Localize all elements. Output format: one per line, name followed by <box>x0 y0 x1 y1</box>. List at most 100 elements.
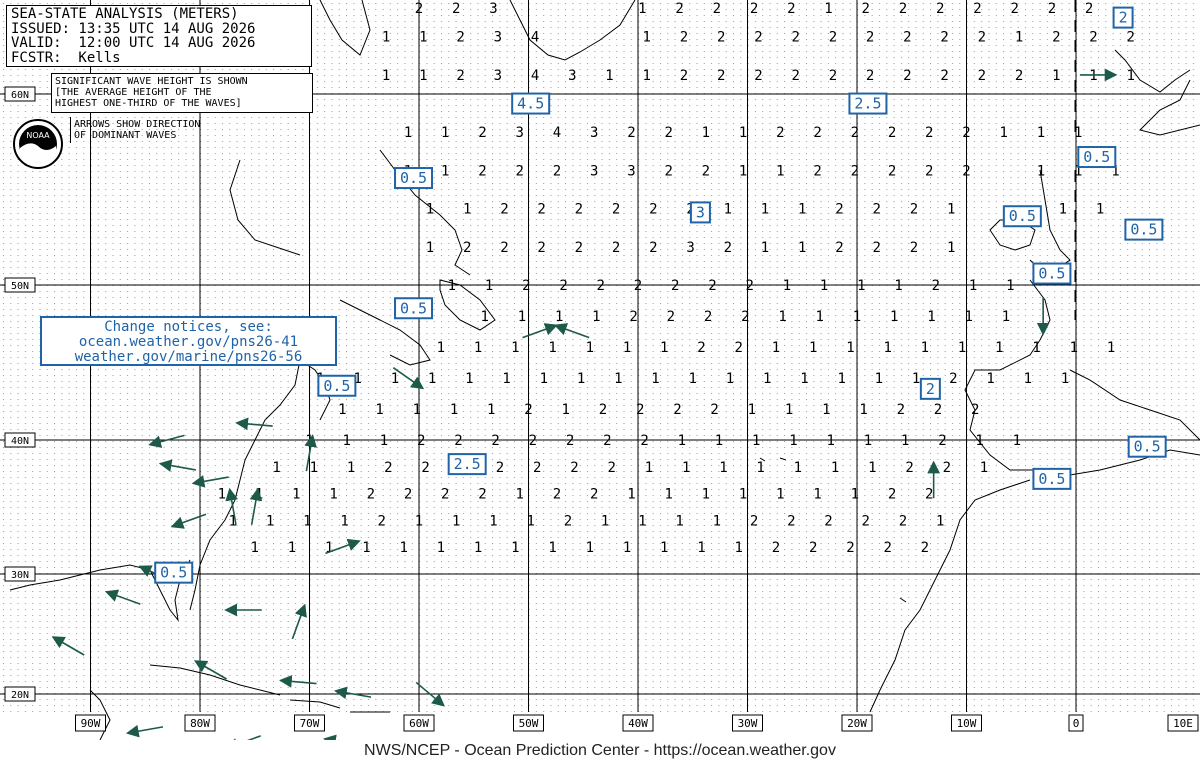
wave-height-value: 1 <box>1107 340 1115 356</box>
contour-value-label: 0.5 <box>1124 218 1164 241</box>
wave-height-value: 1 <box>627 487 635 503</box>
lon-label: 60W <box>403 714 435 732</box>
wave-height-value: 2 <box>612 240 620 256</box>
wave-height-value: 1 <box>577 371 585 387</box>
svg-text:60W: 60W <box>409 717 429 730</box>
svg-text:0.5: 0.5 <box>323 377 350 395</box>
wave-height-value: 2 <box>1052 30 1060 46</box>
svg-text:30N: 30N <box>11 570 29 581</box>
wave-height-value: 2 <box>566 433 574 449</box>
wave-height-value: 2 <box>791 30 799 46</box>
svg-text:4.5: 4.5 <box>517 95 544 113</box>
contour-value-label: 2.5 <box>848 92 888 115</box>
wave-height-value: 2 <box>888 163 896 179</box>
wave-height-value: 1 <box>463 202 471 218</box>
wave-height-value: 2 <box>463 240 471 256</box>
svg-text:40W: 40W <box>628 717 648 730</box>
wave-height-value: 1 <box>643 30 651 46</box>
wave-height-value: 1 <box>601 513 609 529</box>
wave-height-value: 1 <box>752 433 760 449</box>
lon-label: 10E <box>1167 714 1199 732</box>
wave-height-value: 2 <box>522 278 530 294</box>
wave-height-value: 1 <box>1037 125 1045 141</box>
wave-height-value: 2 <box>559 278 567 294</box>
svg-text:40N: 40N <box>11 436 29 447</box>
wave-height-value: 2 <box>1015 68 1023 84</box>
wave-height-value: 1 <box>586 340 594 356</box>
lat-label: 20N <box>4 686 36 702</box>
svg-text:0.5: 0.5 <box>400 169 427 187</box>
wave-height-value: 2 <box>962 163 970 179</box>
wave-height-value: 2 <box>710 402 718 418</box>
wave-height-value: 2 <box>704 309 712 325</box>
wave-height-value: 2 <box>735 340 743 356</box>
wave-height-value: 1 <box>726 371 734 387</box>
wave-height-value: 1 <box>586 540 594 556</box>
wave-height-value: 2 <box>934 402 942 418</box>
svg-text:0.5: 0.5 <box>1134 438 1161 456</box>
wave-height-value: 2 <box>910 202 918 218</box>
wave-height-value: 2 <box>612 202 620 218</box>
wave-height-value: 1 <box>474 340 482 356</box>
wave-height-value: 2 <box>636 402 644 418</box>
wave-height-value: 2 <box>754 68 762 84</box>
wave-height-value: 1 <box>824 1 832 17</box>
svg-text:2.5: 2.5 <box>854 95 881 113</box>
wave-height-value: 4 <box>531 30 539 46</box>
wave-height-value: 1 <box>382 68 390 84</box>
wave-height-value: 2 <box>680 68 688 84</box>
contour-value-label: 0.5 <box>394 297 434 320</box>
wave-height-value: 1 <box>800 371 808 387</box>
svg-text:20W: 20W <box>847 717 867 730</box>
wave-height-value: 1 <box>548 340 556 356</box>
wave-height-value: 1 <box>1061 371 1069 387</box>
change-notice-box[interactable]: Change notices, see: ocean.weather.gov/p… <box>40 316 337 366</box>
wave-height-value: 3 <box>686 240 694 256</box>
wave-height-value: 1 <box>329 487 337 503</box>
wave-height-value: 2 <box>973 1 981 17</box>
wave-height-value: 1 <box>794 460 802 476</box>
svg-text:10W: 10W <box>957 717 977 730</box>
arrow-direction-note: ARROWS SHOW DIRECTION OF DOMINANT WAVES <box>70 117 242 143</box>
wave-height-value: 2 <box>932 278 940 294</box>
svg-text:90W: 90W <box>81 717 101 730</box>
svg-text:50W: 50W <box>519 717 539 730</box>
wave-height-value: 1 <box>288 540 296 556</box>
wave-height-value: 1 <box>251 540 259 556</box>
wave-height-value: 1 <box>851 487 859 503</box>
contour-value-label: 2.5 <box>447 453 487 476</box>
wave-height-value: 2 <box>925 125 933 141</box>
wave-height-value: 2 <box>516 163 524 179</box>
wave-height-value: 1 <box>1089 68 1097 84</box>
wave-height-value: 3 <box>494 30 502 46</box>
lat-label: 50N <box>4 277 36 293</box>
wave-height-value: 1 <box>901 433 909 449</box>
wave-height-value: 2 <box>905 460 913 476</box>
lon-label: 80W <box>184 714 216 732</box>
wave-height-value: 2 <box>697 340 705 356</box>
wave-height-value: 2 <box>500 202 508 218</box>
change-notice-link-1[interactable]: ocean.weather.gov/pns26-41 <box>42 335 335 350</box>
svg-text:2: 2 <box>926 380 935 398</box>
wave-height-value: 1 <box>660 540 668 556</box>
wave-height-value: 2 <box>708 278 716 294</box>
wave-height-value: 2 <box>921 540 929 556</box>
wave-height-value: 2 <box>866 68 874 84</box>
wave-height-value: 2 <box>872 240 880 256</box>
wave-height-value: 2 <box>791 68 799 84</box>
wave-height-value: 1 <box>391 371 399 387</box>
wave-height-value: 1 <box>883 340 891 356</box>
wave-height-value: 2 <box>454 433 462 449</box>
contour-value-label: 3 <box>689 201 711 224</box>
wave-height-value: 1 <box>837 371 845 387</box>
wave-height-value: 2 <box>949 371 957 387</box>
wave-height-value: 2 <box>824 513 832 529</box>
wave-height-value: 1 <box>413 402 421 418</box>
wave-height-value: 1 <box>875 371 883 387</box>
wave-height-value: 3 <box>590 125 598 141</box>
change-notice-link-2[interactable]: weather.gov/marine/pns26-56 <box>42 350 335 365</box>
wave-height-value: 1 <box>638 1 646 17</box>
wave-height-value: 1 <box>526 513 534 529</box>
wave-height-value: 1 <box>1070 340 1078 356</box>
lon-label: 70W <box>294 714 325 732</box>
